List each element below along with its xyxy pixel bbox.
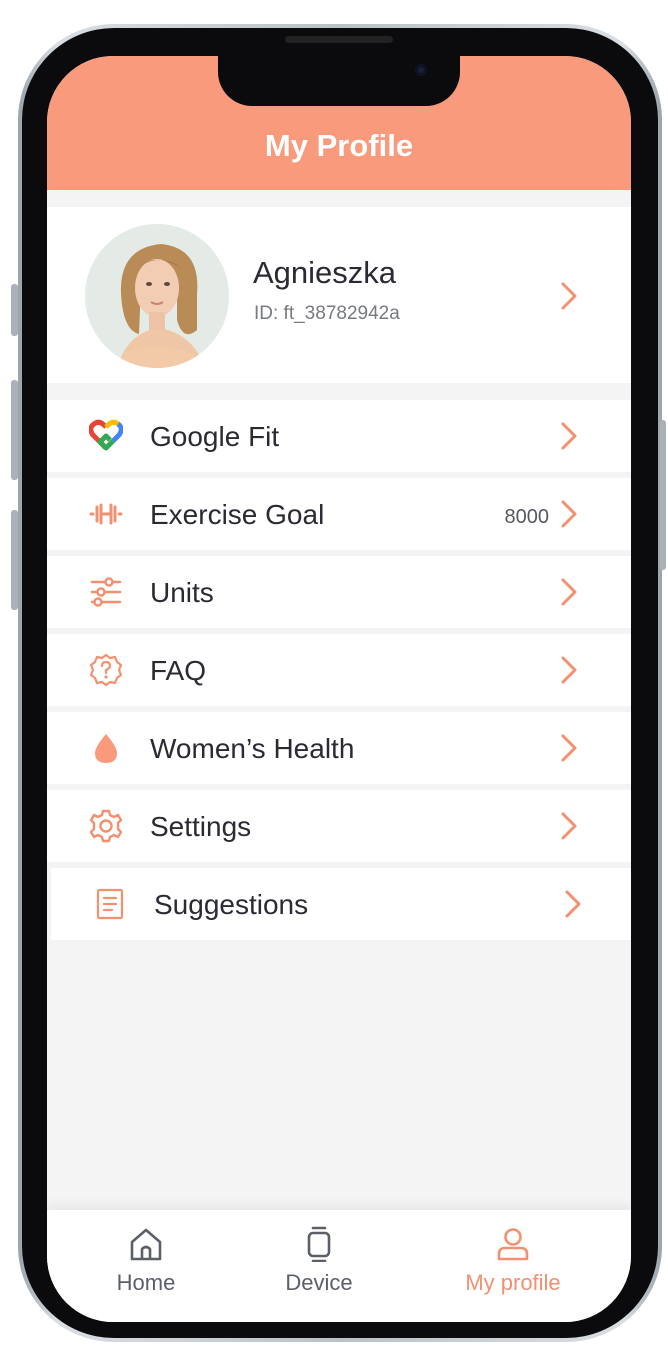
- tab-home[interactable]: Home: [49, 1210, 243, 1322]
- page-title: My Profile: [264, 128, 414, 163]
- menu-item-google-fit[interactable]: Google Fit: [47, 400, 631, 472]
- chevron-right-icon: [561, 282, 577, 310]
- exercise-goal-value: 8000: [504, 506, 550, 528]
- gear-icon: [89, 809, 123, 843]
- menu-label: Suggestions: [154, 889, 309, 920]
- tab-label: Device: [285, 1270, 353, 1295]
- tab-device[interactable]: Device: [222, 1210, 416, 1322]
- question-badge-icon: [89, 653, 123, 687]
- side-button-mute: [11, 284, 18, 336]
- menu-label: Exercise Goal: [150, 499, 325, 530]
- speaker-grille: [285, 36, 393, 43]
- notch: [218, 56, 460, 106]
- tab-label: My profile: [465, 1270, 561, 1295]
- menu-item-units[interactable]: Units: [47, 556, 631, 628]
- menu-label: Units: [150, 577, 214, 608]
- chevron-right-icon: [561, 422, 577, 450]
- menu-label: Settings: [150, 811, 252, 842]
- side-button-volume-up: [11, 380, 18, 480]
- sliders-icon: [90, 577, 122, 607]
- menu-item-womens-health[interactable]: Women’s Health: [47, 712, 631, 784]
- screen: My Profile Agnieszka ID: ft_38782942a Go…: [47, 56, 631, 1322]
- menu-item-suggestions[interactable]: Suggestions: [51, 868, 631, 940]
- avatar: [85, 224, 229, 368]
- tab-label: Home: [116, 1270, 176, 1295]
- document-icon: [96, 888, 124, 920]
- chevron-right-icon: [561, 734, 577, 762]
- chevron-right-icon: [561, 500, 577, 528]
- menu-label: Google Fit: [150, 421, 280, 452]
- menu-item-exercise-goal[interactable]: Exercise Goal 8000: [47, 478, 631, 550]
- tab-my-profile[interactable]: My profile: [416, 1210, 610, 1322]
- chevron-right-icon: [561, 656, 577, 684]
- front-camera: [415, 64, 427, 76]
- chevron-right-icon: [561, 578, 577, 606]
- profile-id: ID: ft_38782942a: [254, 303, 400, 324]
- dumbbell-icon: [89, 503, 123, 525]
- watch-icon: [307, 1226, 331, 1262]
- side-button-power: [660, 420, 666, 570]
- menu-label: Women’s Health: [150, 733, 355, 764]
- menu-label: FAQ: [150, 655, 207, 686]
- chevron-right-icon: [561, 812, 577, 840]
- google-fit-heart-icon: [89, 419, 123, 451]
- profile-name: Agnieszka: [253, 255, 397, 290]
- home-icon: [130, 1228, 162, 1261]
- drop-icon: [95, 734, 117, 763]
- chevron-right-icon: [565, 890, 581, 918]
- menu-item-settings[interactable]: Settings: [47, 790, 631, 862]
- menu-item-faq[interactable]: FAQ: [47, 634, 631, 706]
- user-icon: [497, 1228, 529, 1261]
- side-button-volume-down: [11, 510, 18, 610]
- profile-card[interactable]: Agnieszka ID: ft_38782942a: [47, 207, 631, 383]
- bottom-tab-bar: Home Device My profile: [47, 1210, 631, 1322]
